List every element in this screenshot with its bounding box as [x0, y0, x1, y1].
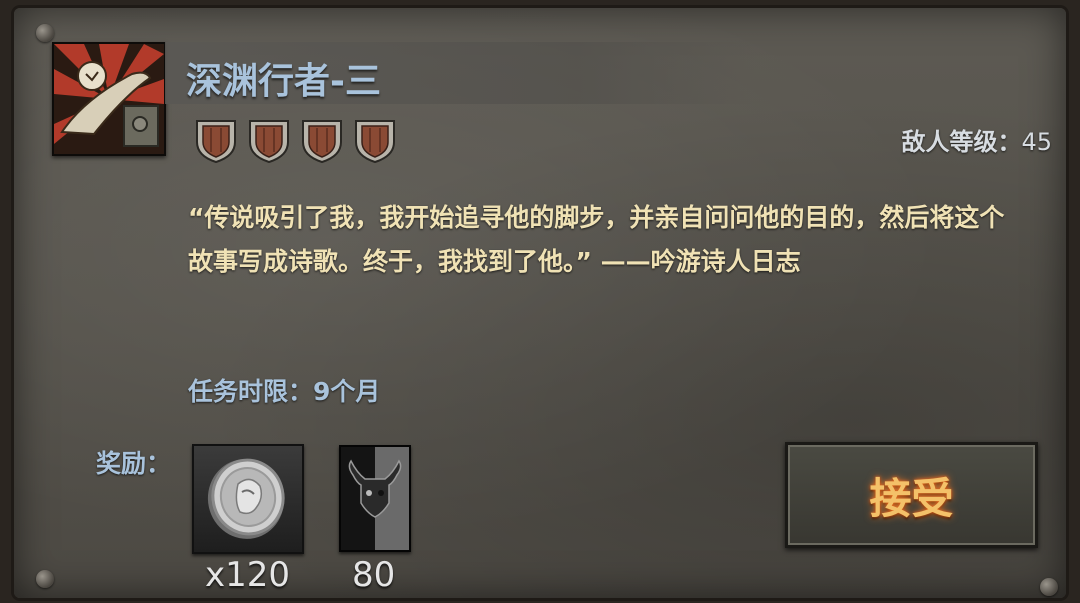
- enemy-portrait-icon: [54, 44, 164, 154]
- enemy-level-label: 敌人等级：: [901, 128, 1022, 156]
- enemy-level: 敌人等级：45: [901, 122, 1052, 157]
- horned-banner-icon: [341, 447, 409, 550]
- shield-icon: [302, 120, 342, 164]
- rivet-icon: [36, 570, 54, 588]
- shield-icon: [355, 120, 395, 164]
- silver-coin-icon: [207, 458, 285, 539]
- accept-button[interactable]: 接受: [785, 442, 1038, 548]
- reward-count-coin: x120: [205, 555, 291, 595]
- reward-slot-coin[interactable]: [192, 444, 304, 554]
- quest-description: “传说吸引了我，我开始追寻他的脚步，并亲自问问他的目的，然后将这个故事写成诗歌。…: [188, 203, 1005, 276]
- rivet-icon: [1040, 578, 1058, 596]
- reward-slot-banner[interactable]: [339, 445, 411, 552]
- enemy-level-value: 45: [1021, 128, 1052, 156]
- difficulty-shields: [195, 118, 396, 164]
- enemy-portrait: [52, 42, 166, 156]
- rivet-icon: [36, 24, 54, 42]
- quest-title: 深渊行者-三: [186, 61, 381, 102]
- shield-icon: [196, 120, 236, 164]
- accept-button-label: 接受: [869, 473, 954, 523]
- shield-icon: [249, 120, 289, 164]
- rewards-label: 奖励：: [96, 449, 172, 478]
- time-limit: 任务时限：9个月: [188, 377, 381, 406]
- reward-count-banner: 80: [352, 555, 396, 595]
